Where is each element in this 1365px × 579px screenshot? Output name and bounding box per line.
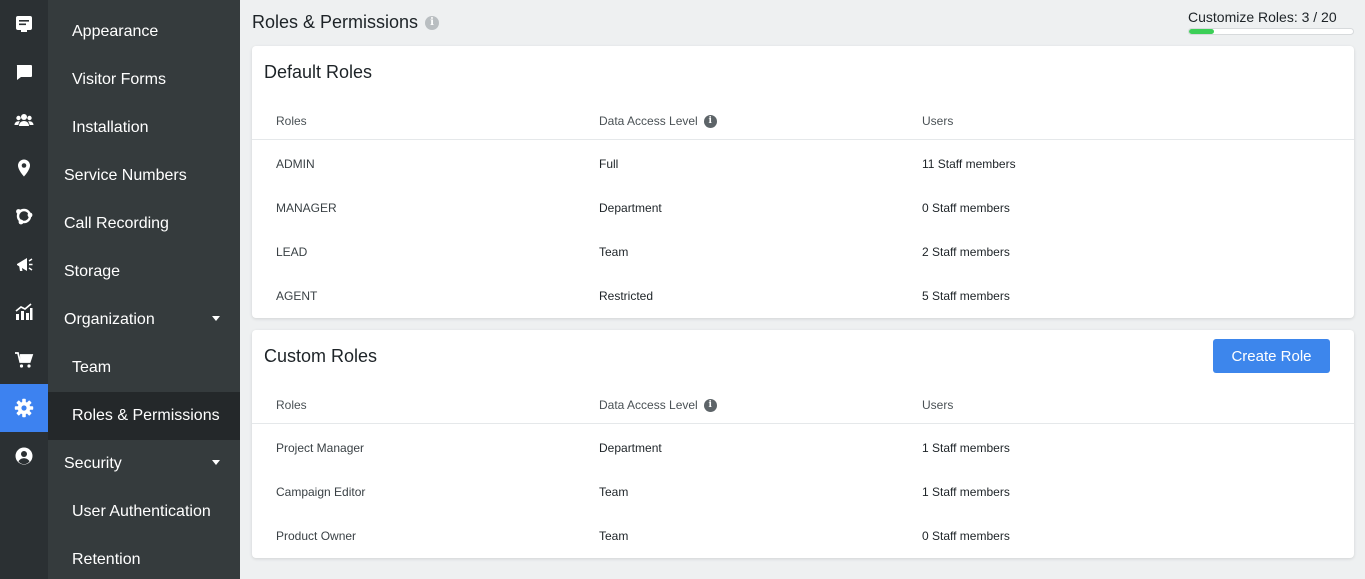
analytics-icon[interactable] [0, 288, 48, 336]
location-pin-icon[interactable] [0, 144, 48, 192]
sidebar-item-storage[interactable]: Storage [48, 248, 240, 296]
cart-icon[interactable] [0, 336, 48, 384]
sidebar-item-label: User Authentication [72, 503, 211, 520]
monitor-chat-icon[interactable] [0, 0, 48, 48]
column-header-roles: Roles [276, 398, 307, 412]
role-users-count: 11 Staff members [922, 157, 1016, 171]
column-header-users: Users [922, 114, 954, 128]
custom-roles-title: Custom Roles [264, 346, 378, 366]
table-row[interactable]: LEAD Team 2 Staff members [252, 229, 1354, 273]
role-access-level: Team [599, 529, 629, 543]
column-header-users: Users [922, 398, 954, 412]
role-users-count: 1 Staff members [922, 441, 1010, 455]
role-name: LEAD [276, 245, 308, 259]
main-content: Roles & Permissions i Customize Roles: 3… [240, 0, 1365, 579]
info-icon[interactable]: i [425, 15, 440, 30]
users-icon[interactable] [0, 96, 48, 144]
role-users-count: 0 Staff members [922, 201, 1010, 215]
role-access-level: Team [599, 245, 629, 259]
info-icon[interactable]: i [703, 114, 717, 128]
default-roles-table-header: Roles Data Access Level i Users [252, 106, 1354, 140]
sidebar-item-label: Call Recording [64, 215, 169, 232]
role-users-count: 2 Staff members [922, 245, 1010, 259]
role-access-level: Restricted [599, 289, 654, 303]
info-icon[interactable]: i [703, 398, 717, 412]
sidebar-item-label: Installation [72, 119, 149, 136]
account-icon[interactable] [0, 432, 48, 480]
quota-progress-fill [1189, 29, 1214, 34]
table-row[interactable]: ADMIN Full 11 Staff members [252, 141, 1354, 185]
column-header-data-access-level: Data Access Level i [599, 398, 717, 412]
custom-roles-card: Custom Roles Create Role Roles Data Acce… [252, 330, 1354, 558]
custom-roles-table-header: Roles Data Access Level i Users [252, 390, 1354, 424]
role-users-count: 5 Staff members [922, 289, 1010, 303]
role-access-level: Full [599, 157, 619, 171]
role-access-level: Department [599, 441, 662, 455]
table-row[interactable]: Product Owner Team 0 Staff members [252, 513, 1354, 557]
sidebar-item-service-numbers[interactable]: Service Numbers [48, 152, 240, 200]
integrations-icon[interactable] [0, 192, 48, 240]
role-name: Campaign Editor [276, 485, 366, 499]
sidebar-item-label: Security [64, 455, 122, 472]
table-row[interactable]: Campaign Editor Team 1 Staff members [252, 469, 1354, 513]
role-name: ADMIN [276, 157, 315, 171]
role-name: Project Manager [276, 441, 365, 455]
sidebar-item-label: Roles & Permissions [72, 407, 220, 424]
role-access-level: Department [599, 201, 662, 215]
role-access-level: Team [599, 485, 629, 499]
sidebar-item-label: Appearance [72, 23, 159, 40]
chevron-down-icon [212, 460, 220, 465]
sidebar-item-call-recording[interactable]: Call Recording [48, 200, 240, 248]
sidebar-item-appearance[interactable]: Appearance [48, 8, 240, 56]
sidebar-item-label: Organization [64, 311, 155, 328]
default-roles-card: Default Roles Roles Data Access Level i U… [252, 46, 1354, 318]
default-roles-title: Default Roles [264, 62, 373, 82]
chevron-down-icon [212, 316, 220, 321]
sidebar-item-label: Service Numbers [64, 167, 187, 184]
table-row[interactable]: AGENT Restricted 5 Staff members [252, 273, 1354, 317]
sidebar-item-security[interactable]: Security [48, 440, 240, 488]
page-title-text: Roles & Permissions [252, 12, 419, 32]
role-users-count: 1 Staff members [922, 485, 1010, 499]
sidebar-item-team[interactable]: Team [48, 344, 240, 392]
chat-bubble-icon[interactable] [0, 48, 48, 96]
page-title: Roles & Permissions i [252, 12, 440, 33]
role-name: Product Owner [276, 529, 357, 543]
column-header-label: Data Access Level [599, 114, 698, 128]
customize-roles-quota: Customize Roles: 3 / 20 [1188, 9, 1354, 35]
settings-sidebar: Appearance Visitor Forms Installation Se… [48, 0, 240, 579]
sidebar-item-label: Retention [72, 551, 141, 568]
sidebar-item-label: Team [72, 359, 112, 376]
sidebar-item-label: Visitor Forms [72, 71, 166, 88]
quota-label: Customize Roles: 3 / 20 [1188, 9, 1337, 25]
create-role-button[interactable]: Create Role [1213, 339, 1330, 373]
column-header-label: Data Access Level [599, 398, 698, 412]
sidebar-item-label: Storage [64, 263, 121, 280]
gear-icon[interactable] [0, 384, 48, 432]
sidebar-item-visitor-forms[interactable]: Visitor Forms [48, 56, 240, 104]
sidebar-item-organization[interactable]: Organization [48, 296, 240, 344]
role-users-count: 0 Staff members [922, 529, 1010, 543]
column-header-data-access-level: Data Access Level i [599, 114, 717, 128]
quota-progress-bar [1188, 28, 1354, 35]
icon-rail [0, 0, 48, 579]
column-header-roles: Roles [276, 114, 307, 128]
sidebar-item-installation[interactable]: Installation [48, 104, 240, 152]
role-name: AGENT [276, 289, 318, 303]
sidebar-item-retention[interactable]: Retention [48, 536, 240, 579]
table-row[interactable]: Project Manager Department 1 Staff membe… [252, 425, 1354, 469]
role-name: MANAGER [276, 201, 337, 215]
campaigns-icon[interactable] [0, 240, 48, 288]
sidebar-item-user-authentication[interactable]: User Authentication [48, 488, 240, 536]
sidebar-item-roles-permissions[interactable]: Roles & Permissions [48, 392, 240, 440]
table-row[interactable]: MANAGER Department 0 Staff members [252, 185, 1354, 229]
